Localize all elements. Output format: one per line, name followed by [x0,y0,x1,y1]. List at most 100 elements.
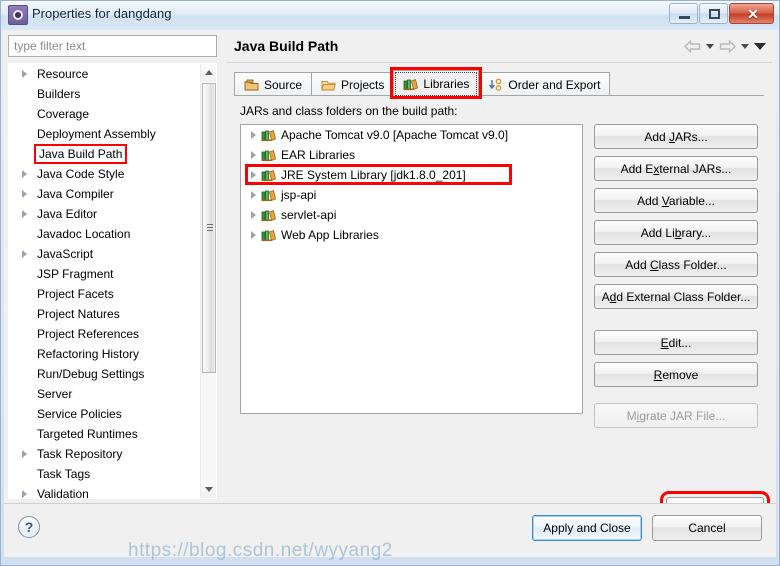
forward-history-caret-icon[interactable] [741,44,749,49]
sidebar-item-label: Javadoc Location [37,227,131,241]
sidebar-item-javadoc-location[interactable]: Javadoc Location [9,224,201,244]
help-icon[interactable]: ? [18,516,40,538]
tab-projects[interactable]: Projects [311,72,395,96]
sidebar-item-resource[interactable]: Resource [9,64,201,84]
add-external-jars-button[interactable]: Add External JARs... [594,156,758,181]
sidebar-item-run-debug-settings[interactable]: Run/Debug Settings [9,364,201,384]
library-entry-row[interactable]: servlet-api [241,205,582,225]
remove-button[interactable]: Remove [594,362,758,387]
package-icon [244,78,259,92]
back-history-caret-icon[interactable] [706,44,714,49]
sidebar-item-project-facets[interactable]: Project Facets [9,284,201,304]
library-books-icon [403,77,419,91]
sidebar-item-java-compiler[interactable]: Java Compiler [9,184,201,204]
add-jars-button[interactable]: Add JARs... [594,124,758,149]
sidebar-item-java-editor[interactable]: Java Editor [9,204,201,224]
expand-arrow-icon[interactable] [22,450,27,458]
sidebar-item-coverage[interactable]: Coverage [9,104,201,124]
sidebar-item-server[interactable]: Server [9,384,201,404]
window-title: Properties for dangdang [32,6,172,21]
forward-arrow-icon[interactable] [719,40,736,53]
library-entry-label: EAR Libraries [281,148,356,162]
expand-arrow-icon[interactable] [22,210,27,218]
libraries-list[interactable]: Apache Tomcat v9.0 [Apache Tomcat v9.0] E… [240,124,583,414]
apply-and-close-label: Apply and Close [543,521,631,535]
button-label: Remove [653,367,699,382]
sidebar-item-label: Project Natures [37,307,120,321]
scroll-down-arrow-icon[interactable] [201,481,216,498]
library-books-icon [261,208,276,222]
edit-button[interactable]: Edit... [594,330,758,355]
library-entry-row[interactable]: EAR Libraries [241,145,582,165]
add-library-button[interactable]: Add Library... [594,220,758,245]
tab-label: Libraries [423,76,470,91]
sidebar-item-project-references[interactable]: Project References [9,324,201,344]
sidebar-item-label: Run/Debug Settings [37,367,145,381]
sidebar-item-task-repository[interactable]: Task Repository [9,444,201,464]
page-title: Java Build Path [234,38,339,54]
button-label: Edit... [660,335,692,350]
close-button[interactable]: ✕ [729,3,774,24]
button-label: Add Library... [640,225,712,240]
expand-arrow-icon[interactable] [251,191,256,199]
apply-and-close-button[interactable]: Apply and Close [532,515,642,541]
expand-arrow-icon[interactable] [22,170,27,178]
expand-arrow-icon[interactable] [251,131,256,139]
sidebar-item-label: Targeted Runtimes [37,427,138,441]
tab-order-and-export[interactable]: Order and Export [478,72,611,96]
expand-arrow-icon[interactable] [22,490,27,498]
sidebar-item-service-policies[interactable]: Service Policies [9,404,201,424]
expand-arrow-icon[interactable] [251,151,256,159]
library-entry-label: Web App Libraries [281,228,379,242]
library-books-icon [261,148,276,162]
libraries-tab-panel: JARs and class folders on the build path… [234,96,764,486]
library-entry-row[interactable]: JRE System Library [jdk1.8.0_201] [241,164,582,185]
expand-arrow-icon[interactable] [22,70,27,78]
sidebar-item-builders[interactable]: Builders [9,84,201,104]
expand-arrow-icon[interactable] [22,250,27,258]
add-class-folder-button[interactable]: Add Class Folder... [594,252,758,277]
sidebar-item-javascript[interactable]: JavaScript [9,244,201,264]
expand-arrow-icon[interactable] [251,231,256,239]
expand-arrow-icon[interactable] [251,171,256,179]
restore-button[interactable] [699,3,728,24]
cancel-button[interactable]: Cancel [652,515,762,541]
footer-buttons: Apply and Close Cancel [532,515,762,548]
minimize-button[interactable] [669,3,698,24]
properties-dialog-window: Properties for dangdang ✕ Resource Builde… [0,0,780,566]
scroll-up-arrow-icon[interactable] [201,64,216,81]
sidebar-item-project-natures[interactable]: Project Natures [9,304,201,324]
sidebar-item-deployment-assembly[interactable]: Deployment Assembly [9,124,201,144]
sidebar-item-task-tags[interactable]: Task Tags [9,464,201,484]
back-arrow-icon[interactable] [684,40,701,53]
search-input[interactable] [9,36,216,56]
sidebar-item-jsp-fragment[interactable]: JSP Fragment [9,264,201,284]
expand-arrow-icon[interactable] [22,190,27,198]
button-label: Migrate JAR File... [626,408,726,423]
button-group-spacer [594,316,758,330]
tab-source[interactable]: Source [234,72,313,96]
view-menu-caret-icon[interactable] [754,43,766,50]
filter-field-wrapper[interactable] [8,35,217,57]
button-label: Add JARs... [644,129,708,144]
sidebar-item-java-build-path[interactable]: Java Build Path [9,144,201,164]
add-variable-button[interactable]: Add Variable... [594,188,758,213]
library-books-icon [261,128,276,142]
sidebar-item-refactoring-history[interactable]: Refactoring History [9,344,201,364]
migrate-jar-file-button: Migrate JAR File... [594,403,758,428]
library-entry-row[interactable]: jsp-api [241,185,582,205]
sidebar-scrollbar[interactable] [200,64,216,498]
add-external-class-folder-button[interactable]: Add External Class Folder... [594,284,758,309]
sidebar-item-java-code-style[interactable]: Java Code Style [9,164,201,184]
sidebar-item-label: JavaScript [37,247,94,261]
library-books-icon [261,188,276,202]
library-entry-row[interactable]: Apache Tomcat v9.0 [Apache Tomcat v9.0] [241,125,582,145]
expand-arrow-icon[interactable] [251,211,256,219]
sidebar-item-validation[interactable]: Validation [9,484,201,498]
tab-libraries[interactable]: Libraries [390,67,483,99]
library-entry-row[interactable]: Web App Libraries [241,225,582,245]
sidebar-item-label: Java Compiler [37,187,114,201]
sidebar-item-targeted-runtimes[interactable]: Targeted Runtimes [9,424,201,444]
scrollbar-thumb[interactable] [202,83,216,373]
cancel-label: Cancel [688,521,726,535]
